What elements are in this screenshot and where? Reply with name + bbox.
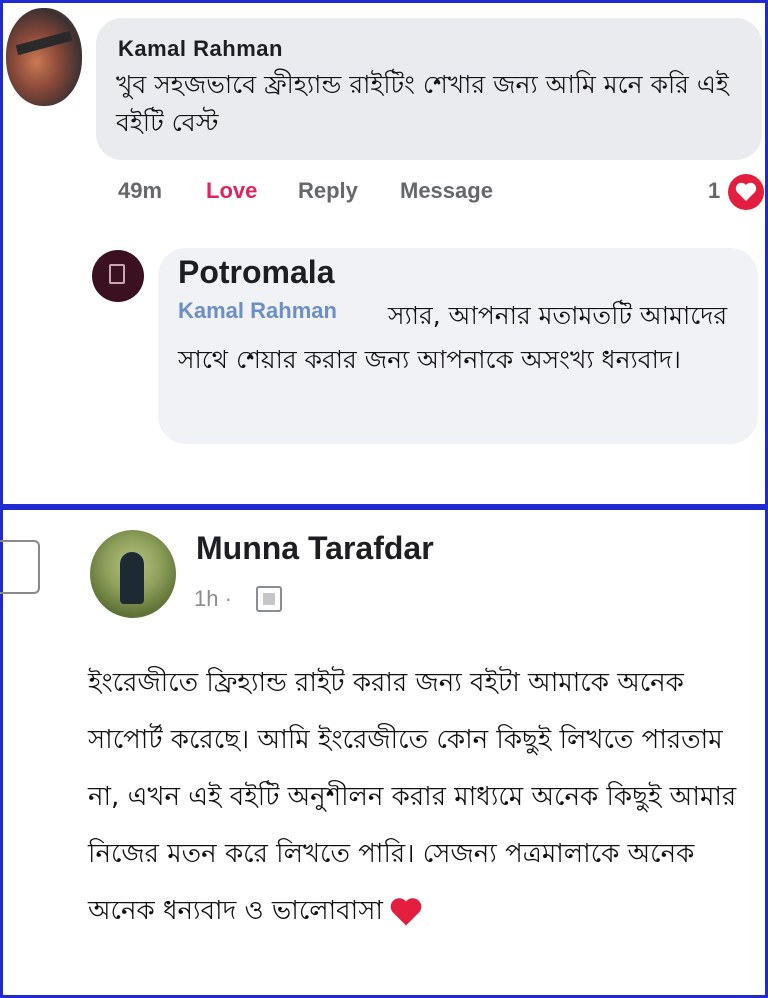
love-button[interactable]: Love xyxy=(206,178,257,204)
post-author[interactable]: Munna Tarafdar xyxy=(196,530,434,567)
comment-text: খুব সহজভাবে ফ্রীহ্যান্ড রাইটিং শেখার জন্… xyxy=(116,70,729,137)
globe-icon xyxy=(256,586,282,612)
message-button[interactable]: Message xyxy=(400,178,493,204)
heart-icon xyxy=(390,897,422,925)
checkbox-icon[interactable] xyxy=(0,540,40,594)
post-body: ইংরেজীতে ফ্রিহ্যান্ড রাইট করার জন্য বইটা… xyxy=(88,655,758,940)
reply-text: স্যার, আপনার মতামতটি আমাদের সাথে শেয়ার … xyxy=(178,301,728,374)
comment-author[interactable]: Kamal Rahman xyxy=(118,36,283,62)
potromala-avatar[interactable] xyxy=(92,250,144,302)
kamal-avatar[interactable] xyxy=(6,8,82,106)
heart-icon[interactable] xyxy=(728,174,764,210)
post-time[interactable]: 1h · xyxy=(194,586,232,612)
munna-avatar[interactable] xyxy=(90,530,176,618)
reply-author[interactable]: Potromala xyxy=(178,254,334,291)
reply-button[interactable]: Reply xyxy=(298,178,358,204)
comment-time[interactable]: 49m xyxy=(118,178,162,204)
reaction-count[interactable]: 1 xyxy=(708,178,720,204)
post-text: ইংরেজীতে ফ্রিহ্যান্ড রাইট করার জন্য বইটা… xyxy=(88,668,737,926)
